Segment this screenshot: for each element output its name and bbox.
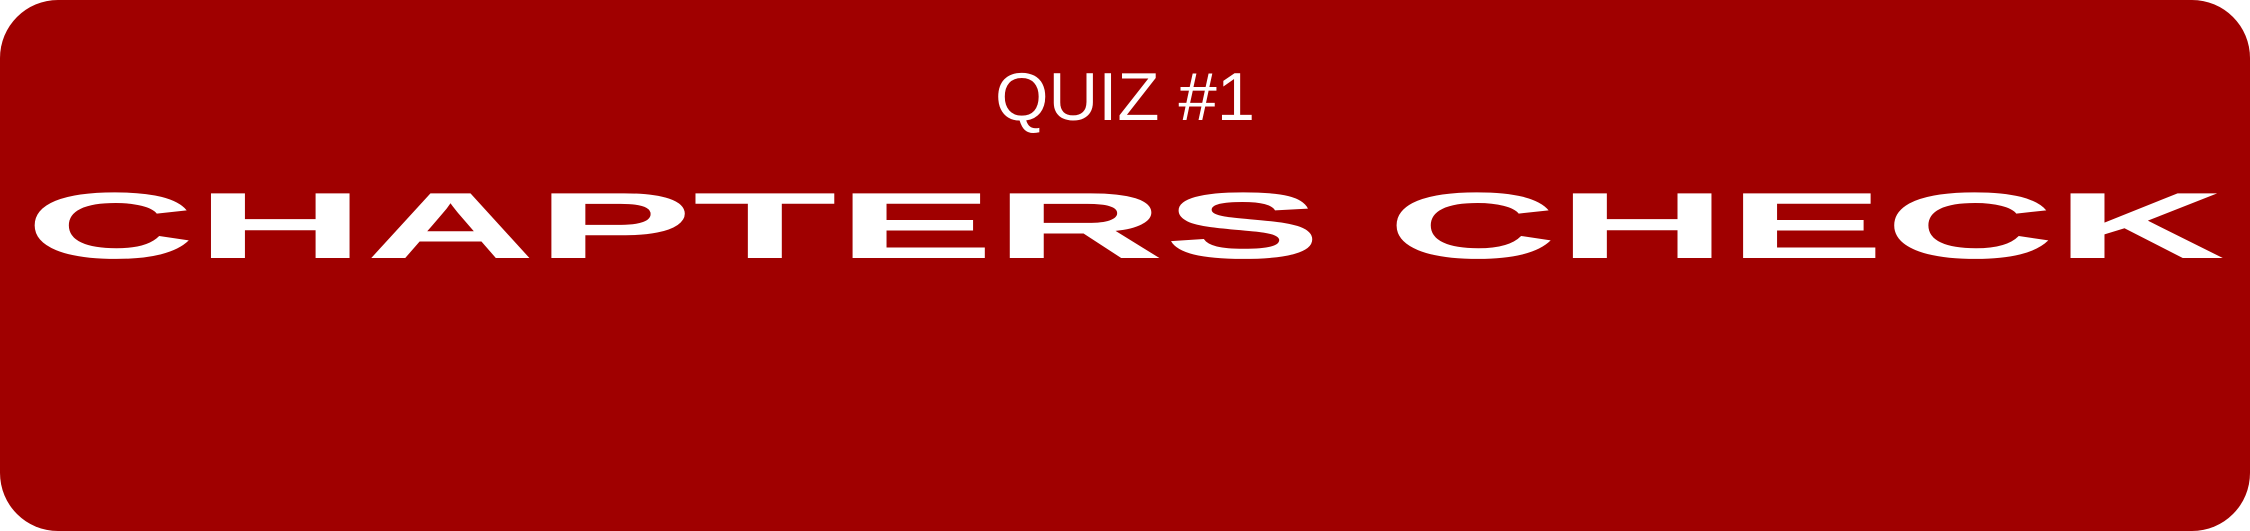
quiz-number-label: QUIZ #1 — [995, 59, 1255, 135]
banner-text-layer: QUIZ #1 CHAPTERS CHECK — [25, 59, 2225, 278]
banner-title: CHAPTERS CHECK — [25, 173, 2225, 278]
quiz-banner: QUIZ #1 CHAPTERS CHECK — [0, 0, 2250, 531]
